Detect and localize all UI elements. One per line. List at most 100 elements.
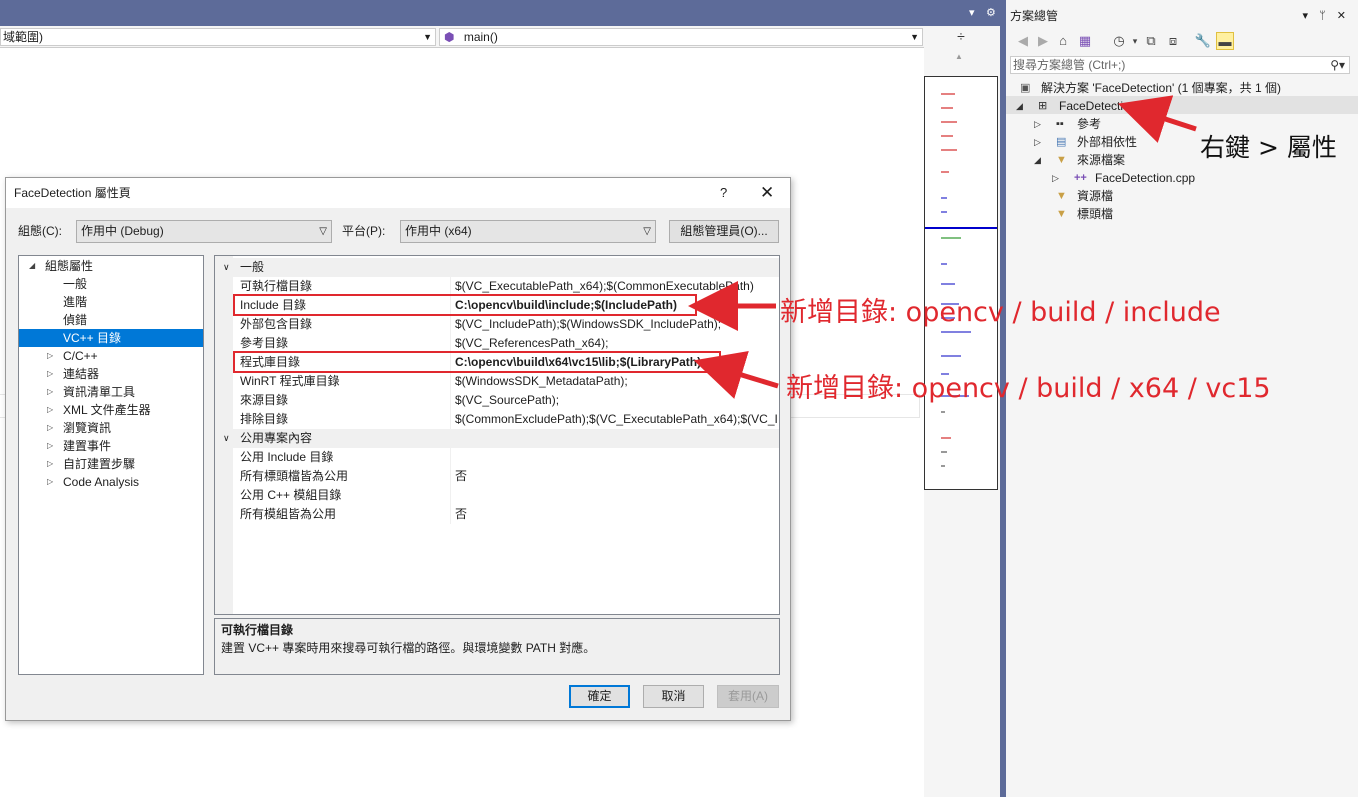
ok-button[interactable]: 確定 [569, 685, 630, 708]
expanded-triangle-icon[interactable]: ◢ [29, 257, 35, 275]
collapsed-triangle-icon[interactable]: ▷ [1034, 115, 1041, 133]
grid-row[interactable]: 外部包含目錄 $(VC_IncludePath);$(WindowsSDK_In… [215, 315, 779, 334]
split-window-icon[interactable]: ÷ [952, 28, 970, 46]
grid-row-name: 外部包含目錄 [240, 317, 313, 331]
scope-combo[interactable]: 域範圍) ▼ [0, 28, 436, 46]
forward-icon[interactable]: ▶ [1034, 32, 1052, 50]
grid-section-general[interactable]: ∨ 一般 [215, 258, 779, 277]
collapsed-triangle-icon[interactable]: ▷ [47, 383, 53, 401]
map-viewport[interactable] [924, 76, 998, 490]
apply-button[interactable]: 套用(A) [717, 685, 779, 708]
editor-scrollbar-map[interactable]: ÷ ▲ [924, 26, 1000, 797]
tree-manifest-tool[interactable]: ▷ 資訊清單工具 [19, 383, 203, 401]
folder-filter-icon: ▼ [1056, 154, 1067, 166]
switch-views-icon[interactable]: ▦ [1076, 32, 1094, 50]
sync-icon[interactable]: ⧉ [1142, 32, 1160, 50]
collapsed-triangle-icon[interactable]: ▷ [47, 347, 53, 365]
grid-row[interactable]: 排除目錄 $(CommonExcludePath);$(VC_Executabl… [215, 410, 779, 429]
cancel-button[interactable]: 取消 [643, 685, 704, 708]
tree-custom-build[interactable]: ▷ 自訂建置步驟 [19, 455, 203, 473]
map-code-line [941, 197, 947, 199]
map-code-line [941, 237, 961, 239]
grid-row[interactable]: 所有模組皆為公用 否 [215, 505, 779, 524]
help-button[interactable]: ? [720, 178, 727, 208]
grid-section-public[interactable]: ∨ 公用專案內容 [215, 429, 779, 448]
collapsed-triangle-icon[interactable]: ▷ [47, 473, 53, 491]
tree-project-label: FaceDetection [1059, 99, 1137, 113]
tree-config-properties[interactable]: ◢ 組態屬性 [19, 257, 203, 275]
map-code-line [941, 451, 947, 453]
tab-dropdown-icon[interactable]: ▾ [969, 6, 975, 19]
chevron-down-icon: ▼ [910, 32, 919, 42]
search-placeholder: 搜尋方案總管 (Ctrl+;) [1013, 58, 1126, 72]
dialog-title: FaceDetection 屬性頁 [14, 186, 131, 200]
map-code-line [941, 355, 961, 357]
grid-row-value[interactable]: $(VC_SourcePath); [455, 391, 559, 410]
description-title: 可執行檔目錄 [221, 623, 294, 637]
right-click-annotation: 右鍵 > 屬性 [1200, 133, 1337, 162]
collapsed-triangle-icon[interactable]: ▷ [1052, 169, 1059, 187]
expanded-triangle-icon[interactable]: ◢ [1016, 97, 1023, 115]
column-divider [450, 505, 451, 524]
column-divider [450, 391, 451, 410]
grid-row-value[interactable]: $(CommonExcludePath);$(VC_ExecutablePath… [455, 410, 778, 429]
platform-select[interactable]: 作用中 (x64) ▽ [400, 220, 656, 243]
config-manager-button[interactable]: 組態管理員(O)... [669, 220, 779, 243]
map-code-line [941, 465, 945, 467]
back-icon[interactable]: ◀ [1014, 32, 1032, 50]
grid-row-value[interactable]: 否 [455, 505, 467, 524]
grid-row[interactable]: 來源目錄 $(VC_SourcePath); [215, 391, 779, 410]
map-code-line [941, 135, 953, 137]
tree-browse-info[interactable]: ▷ 瀏覽資訊 [19, 419, 203, 437]
grid-row[interactable]: WinRT 程式庫目錄 $(WindowsSDK_MetadataPath); [215, 372, 779, 391]
collapsed-triangle-icon[interactable]: ▷ [1034, 133, 1041, 151]
collapsed-triangle-icon[interactable]: ▷ [47, 365, 53, 383]
tree-vcpp-directories[interactable]: VC++ 目錄 [19, 329, 203, 347]
expanded-triangle-icon[interactable]: ◢ [1034, 151, 1041, 169]
grid-row[interactable]: 公用 C++ 模組目錄 [215, 486, 779, 505]
collapsed-triangle-icon[interactable]: ▷ [47, 419, 53, 437]
properties-wrench-icon[interactable]: 🔧 [1194, 32, 1212, 50]
solution-search-input[interactable]: 搜尋方案總管 (Ctrl+;) ⚲▾ [1010, 56, 1350, 74]
settings-gear-icon[interactable]: ⚙ [986, 6, 996, 19]
chevron-down-icon[interactable]: ∨ [223, 258, 230, 277]
tree-code-analysis[interactable]: ▷ Code Analysis [19, 473, 203, 491]
tree-cpp[interactable]: ▷ C/C++ [19, 347, 203, 365]
tree-general[interactable]: 一般 [19, 275, 203, 293]
grid-row[interactable]: 所有標頭檔皆為公用 否 [215, 467, 779, 486]
collapse-all-icon[interactable]: ⧈ [1164, 32, 1182, 50]
map-code-line [941, 121, 957, 123]
tree-advanced[interactable]: 進階 [19, 293, 203, 311]
window-buttons[interactable]: ▾ ᛘ ✕ [1303, 6, 1350, 26]
map-code-line [941, 437, 951, 439]
solution-explorer-title-bar: 方案總管 ▾ ᛘ ✕ [1006, 6, 1358, 26]
member-combo[interactable]: ⬢ main() ▼ [439, 28, 923, 46]
collapsed-triangle-icon[interactable]: ▷ [47, 455, 53, 473]
grid-row-value[interactable]: 否 [455, 467, 467, 486]
navigation-bar: 域範圍) ▼ ⬢ main() ▼ [0, 26, 924, 48]
chevron-down-icon[interactable]: ∨ [223, 429, 230, 448]
tree-xml-doc[interactable]: ▷ XML 文件產生器 [19, 401, 203, 419]
grid-row-value[interactable]: $(WindowsSDK_MetadataPath); [455, 372, 628, 391]
dialog-title-bar: FaceDetection 屬性頁 ? ✕ [6, 178, 790, 208]
tree-advanced-label: 進階 [63, 295, 88, 309]
home-icon[interactable]: ⌂ [1054, 32, 1072, 50]
grid-row[interactable]: 公用 Include 目錄 [215, 448, 779, 467]
tree-cpp-label: C/C++ [63, 349, 98, 363]
include-annotation: 新增目錄: opencv / build / include [780, 297, 1221, 328]
map-code-line [941, 93, 955, 95]
collapsed-triangle-icon[interactable]: ▷ [47, 401, 53, 419]
tree-linker[interactable]: ▷ 連結器 [19, 365, 203, 383]
solution-explorer-title: 方案總管 [1010, 9, 1059, 23]
collapsed-triangle-icon[interactable]: ▷ [47, 437, 53, 455]
config-select[interactable]: 作用中 (Debug) ▽ [76, 220, 332, 243]
cube-icon: ⬢ [444, 30, 455, 44]
close-button[interactable]: ✕ [760, 178, 774, 208]
preview-selected-icon[interactable]: ▬ [1216, 32, 1234, 50]
grid-row-value[interactable]: $(VC_IncludePath);$(WindowsSDK_IncludePa… [455, 315, 721, 334]
tree-build-events[interactable]: ▷ 建置事件 [19, 437, 203, 455]
references-icon: ▪▪ [1056, 118, 1064, 130]
description-text: 建置 VC++ 專案時用來搜尋可執行檔的路徑。與環境變數 PATH 對應。 [221, 641, 596, 655]
scroll-up-icon[interactable]: ▲ [955, 52, 963, 61]
tree-debugging[interactable]: 偵錯 [19, 311, 203, 329]
